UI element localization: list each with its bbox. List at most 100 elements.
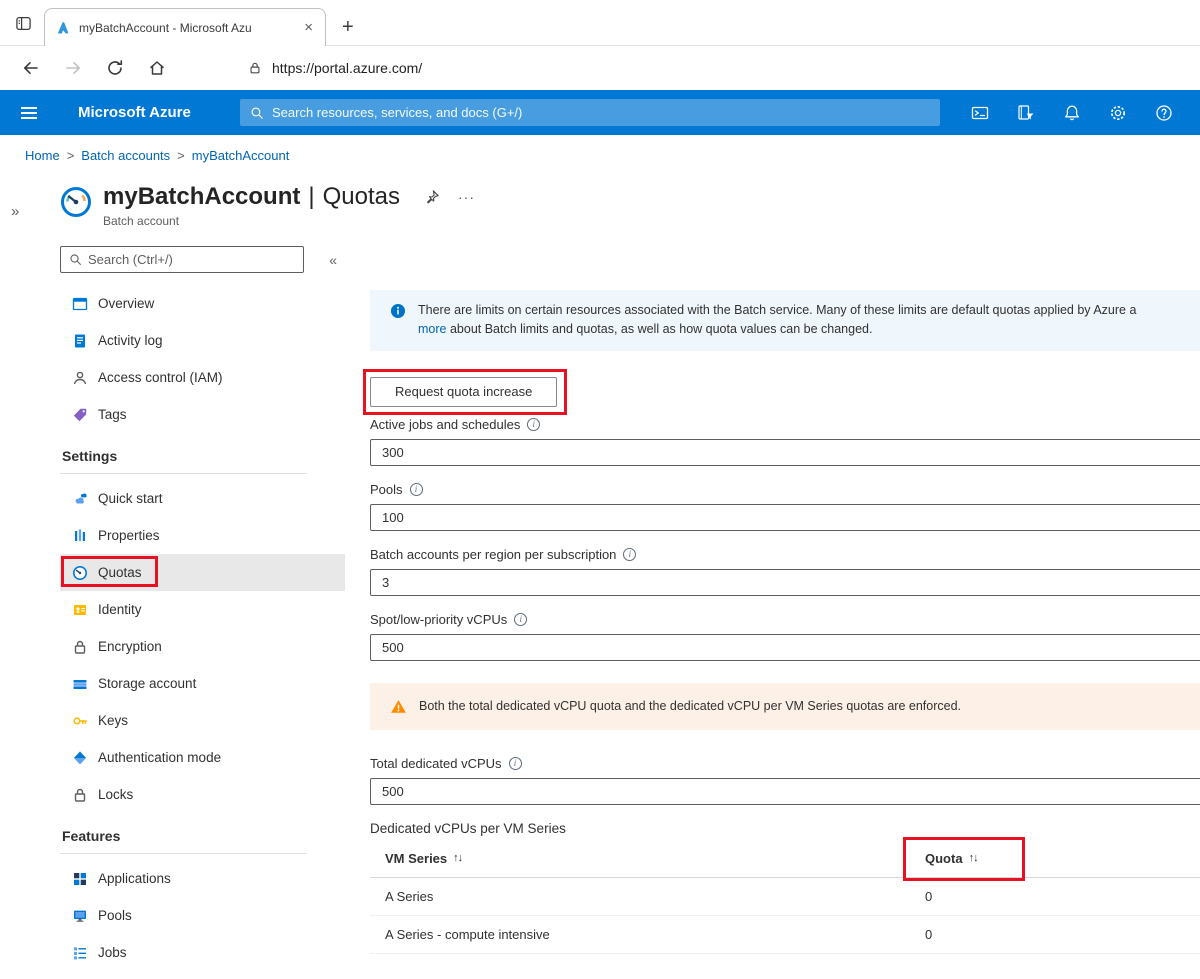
sidebar-item-properties[interactable]: Properties: [60, 517, 345, 554]
refresh-icon[interactable]: [106, 59, 124, 77]
new-tab-button[interactable]: +: [342, 17, 354, 37]
sidebar-item-authentication-mode[interactable]: Authentication mode: [60, 739, 345, 776]
field-batch-accounts-per-region: Batch accounts per region per subscripti…: [370, 547, 1200, 596]
sidebar-item-quotas[interactable]: Quotas: [60, 554, 345, 591]
breadcrumb: Home > Batch accounts > myBatchAccount: [0, 135, 1200, 175]
total-dedicated-vcpus-input[interactable]: [370, 778, 1200, 805]
sidebar-item-label: Overview: [98, 296, 154, 311]
vm-series-table: VM Series ↑↓ Quota ↑↓ A Series 0: [370, 840, 1200, 954]
column-label: VM Series: [385, 851, 447, 866]
keys-icon: [72, 713, 88, 729]
breadcrumb-batch-accounts[interactable]: Batch accounts: [81, 148, 170, 163]
table-header-row: VM Series ↑↓ Quota ↑↓: [370, 840, 1200, 878]
sidebar-section-features: Features: [60, 815, 307, 854]
sidebar-item-access-control[interactable]: Access control (IAM): [60, 359, 345, 396]
sidebar-item-activity-log[interactable]: Activity log: [60, 322, 345, 359]
browser-address-bar: https://portal.azure.com/: [0, 46, 1200, 90]
field-label: Active jobs and schedules: [370, 417, 520, 432]
quotas-icon: [72, 565, 88, 581]
sidebar-item-quick-start[interactable]: Quick start: [60, 480, 345, 517]
browser-tab[interactable]: myBatchAccount - Microsoft Azu ×: [44, 8, 326, 46]
resource-menu-items: Overview Activity log Access control (IA…: [60, 285, 345, 971]
sidebar-item-encryption[interactable]: Encryption: [60, 628, 345, 665]
info-icon[interactable]: i: [623, 548, 636, 561]
back-icon[interactable]: [22, 59, 40, 77]
column-header-vm-series[interactable]: VM Series ↑↓: [385, 851, 925, 866]
spot-vcpus-input[interactable]: [370, 634, 1200, 661]
info-icon[interactable]: i: [509, 757, 522, 770]
active-jobs-input[interactable]: [370, 439, 1200, 466]
sidebar-item-locks[interactable]: Locks: [60, 776, 345, 813]
browser-tab-strip: myBatchAccount - Microsoft Azu × +: [0, 0, 1200, 46]
breadcrumb-current[interactable]: myBatchAccount: [192, 148, 290, 163]
pools-input[interactable]: [370, 504, 1200, 531]
azure-search-box[interactable]: [240, 99, 940, 126]
warning-banner: Both the total dedicated vCPU quota and …: [370, 683, 1200, 730]
quota-cell: 0: [925, 927, 1200, 942]
field-total-dedicated-vcpus: Total dedicated vCPUs i: [370, 756, 1200, 805]
sidebar-item-identity[interactable]: Identity: [60, 591, 345, 628]
azure-brand[interactable]: Microsoft Azure: [78, 104, 224, 121]
batch-accounts-per-region-input[interactable]: [370, 569, 1200, 596]
field-label: Total dedicated vCPUs: [370, 756, 502, 771]
breadcrumb-separator: >: [67, 148, 75, 163]
info-icon: [390, 303, 406, 319]
sidebar-item-label: Quotas: [98, 565, 142, 580]
cloud-shell-icon[interactable]: [971, 104, 989, 122]
pin-icon[interactable]: [424, 189, 440, 205]
help-icon[interactable]: [1155, 104, 1173, 122]
azure-search-input[interactable]: [272, 105, 930, 120]
hamburger-menu-icon[interactable]: [0, 90, 58, 135]
sidebar-item-jobs[interactable]: Jobs: [60, 934, 345, 971]
sidebar-collapse-icon[interactable]: «: [329, 252, 337, 268]
sidebar-item-label: Encryption: [98, 639, 162, 654]
sidebar-item-label: Locks: [98, 787, 133, 802]
sidebar-search-input[interactable]: [88, 252, 295, 267]
breadcrumb-home[interactable]: Home: [25, 148, 60, 163]
portal-menu-expand-icon[interactable]: »: [11, 203, 19, 220]
field-label: Batch accounts per region per subscripti…: [370, 547, 616, 562]
sidebar-item-label: Identity: [98, 602, 142, 617]
request-quota-increase-button[interactable]: Request quota increase: [370, 377, 557, 407]
forward-icon[interactable]: [64, 59, 82, 77]
more-options-icon[interactable]: ···: [458, 189, 475, 205]
sidebar-item-storage-account[interactable]: Storage account: [60, 665, 345, 702]
field-label: Spot/low-priority vCPUs: [370, 612, 507, 627]
info-banner: There are limits on certain resources as…: [370, 290, 1200, 351]
sidebar-item-label: Jobs: [98, 945, 127, 960]
sidebar-item-keys[interactable]: Keys: [60, 702, 345, 739]
breadcrumb-separator: >: [177, 148, 185, 163]
sidebar-item-applications[interactable]: Applications: [60, 860, 345, 897]
tab-actions-icon[interactable]: [8, 6, 38, 40]
info-icon[interactable]: i: [514, 613, 527, 626]
info-icon[interactable]: i: [410, 483, 423, 496]
azure-favicon: [55, 20, 71, 36]
sidebar-item-tags[interactable]: Tags: [60, 396, 345, 433]
column-label: Quota: [925, 851, 963, 866]
sidebar-item-label: Keys: [98, 713, 128, 728]
sidebar-item-overview[interactable]: Overview: [60, 285, 345, 322]
overview-icon: [72, 296, 88, 312]
sort-arrows-icon: ↑↓: [969, 852, 978, 864]
sidebar-item-label: Access control (IAM): [98, 370, 223, 385]
page-title-section: Quotas: [323, 183, 400, 211]
notifications-bell-icon[interactable]: [1063, 104, 1081, 122]
applications-icon: [72, 871, 88, 887]
info-icon[interactable]: i: [527, 418, 540, 431]
sidebar-item-label: Pools: [98, 908, 132, 923]
settings-gear-icon[interactable]: [1109, 104, 1127, 122]
field-label: Pools: [370, 482, 403, 497]
portal-blade: » myBatchAccount | Quotas ··· Batch acco…: [0, 183, 1200, 971]
locks-icon: [72, 787, 88, 803]
home-icon[interactable]: [148, 59, 166, 77]
learn-more-link[interactable]: more: [418, 322, 446, 336]
sidebar-item-label: Applications: [98, 871, 171, 886]
directory-filter-icon[interactable]: [1017, 104, 1035, 122]
tab-close-icon[interactable]: ×: [302, 19, 315, 36]
url-field[interactable]: https://portal.azure.com/: [248, 60, 422, 76]
column-header-quota[interactable]: Quota ↑↓: [925, 851, 1200, 866]
sidebar-search-box[interactable]: [60, 246, 304, 273]
sidebar-item-pools[interactable]: Pools: [60, 897, 345, 934]
vm-series-cell: A Series: [385, 889, 925, 904]
browser-window: myBatchAccount - Microsoft Azu × + https…: [0, 0, 1200, 979]
